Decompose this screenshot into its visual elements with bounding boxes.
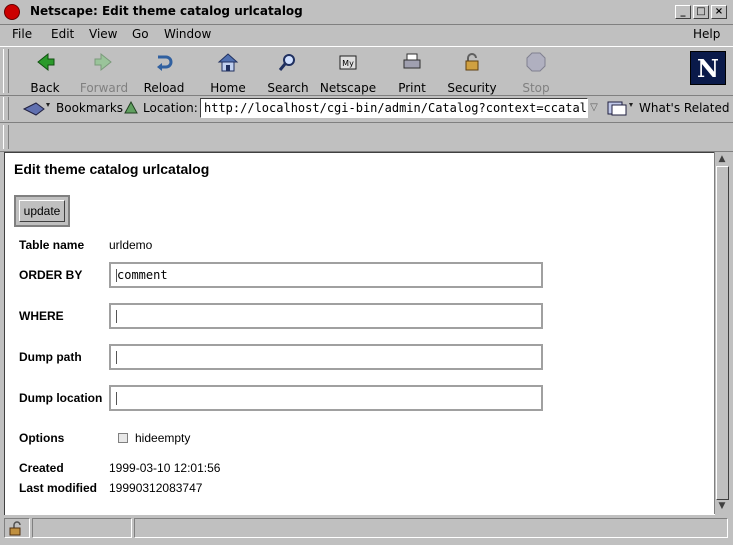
status-bar [0,515,733,545]
dump-location-input[interactable] [109,385,543,411]
back-arrow-icon [34,51,56,73]
reload-button[interactable]: Reload [134,51,194,95]
title-bar: Netscape: Edit theme catalog urlcatalog … [0,0,733,25]
dump-location-label: Dump location [19,391,103,405]
last-modified-label: Last modified [19,481,98,495]
dump-path-input[interactable] [109,344,543,370]
stop-icon [525,51,547,73]
forward-arrow-icon [93,51,115,73]
locationbar-grip[interactable] [3,97,9,120]
menu-go[interactable]: Go [132,27,149,41]
search-icon [277,51,299,73]
scroll-thumb[interactable] [716,166,729,500]
location-bar: Bookmarks Location: http://localhost/cgi… [0,95,733,123]
menu-bar: File Edit View Go Window Help [0,25,733,45]
redhat-logo-icon[interactable] [4,4,20,20]
forward-button[interactable]: Forward [74,51,134,95]
table-name-label: Table name [19,238,85,252]
netscape-logo-icon[interactable]: N [690,51,726,85]
url-input[interactable]: http://localhost/cgi-bin/admin/Catalog?c… [200,98,588,118]
dump-path-label: Dump path [19,350,82,364]
menu-file[interactable]: File [12,27,32,41]
whats-related-icon[interactable] [606,99,636,117]
scroll-up-icon[interactable]: ▲ [716,153,728,165]
stop-button[interactable]: Stop [506,51,566,95]
svg-text:My: My [342,59,354,68]
personal-toolbar [0,123,733,152]
lock-icon [461,51,483,73]
print-icon [401,51,423,73]
order-by-value: comment [117,268,168,282]
unlocked-padlock-icon [9,521,21,536]
security-button[interactable]: Security [442,51,502,95]
where-label: WHERE [19,309,64,323]
netscape-button[interactable]: My Netscape [318,51,378,95]
status-message [134,518,728,538]
location-label: Location: [143,101,198,115]
created-label: Created [19,461,64,475]
progress-bar [32,518,132,538]
order-by-label: ORDER BY [19,268,83,282]
table-name-value: urldemo [109,238,153,252]
home-icon [217,51,239,73]
window-title: Netscape: Edit theme catalog urlcatalog [30,4,303,18]
url-dropdown-icon[interactable]: ▽ [588,99,600,117]
menu-edit[interactable]: Edit [51,27,74,41]
netscape-icon: My [337,51,359,73]
scroll-down-icon[interactable]: ▼ [716,500,728,512]
personal-toolbar-grip[interactable] [3,125,9,149]
options-label: Options [19,431,65,445]
where-input[interactable] [109,303,543,329]
order-by-input[interactable]: comment [109,262,543,288]
page-content: Edit theme catalog urlcatalog update Tab… [4,152,715,515]
menu-help[interactable]: Help [693,27,720,41]
navigation-toolbar: Back Forward Reload Home Search My Netsc… [0,46,733,96]
menu-window[interactable]: Window [164,27,211,41]
close-button[interactable]: × [711,5,727,19]
minimize-button[interactable]: _ [675,5,691,19]
update-button[interactable]: update [14,195,70,227]
vertical-scrollbar[interactable]: ▲ ▼ [714,152,729,514]
home-button[interactable]: Home [198,51,258,95]
update-button-label: update [19,200,65,222]
bookmarks-icon[interactable] [22,99,52,117]
toolbar-grip[interactable] [3,49,9,93]
location-icon[interactable] [122,99,140,117]
hideempty-checkbox[interactable] [118,433,128,443]
bookmarks-label[interactable]: Bookmarks [56,101,123,115]
reload-icon [153,51,175,73]
print-button[interactable]: Print [382,51,442,95]
menu-view[interactable]: View [89,27,117,41]
maximize-button[interactable]: □ [693,5,709,19]
created-value: 1999-03-10 12:01:56 [109,461,221,475]
back-button[interactable]: Back [15,51,75,95]
whats-related-label[interactable]: What's Related [639,101,729,115]
hideempty-label[interactable]: hideempty [135,431,190,445]
security-status[interactable] [4,518,30,538]
page-title: Edit theme catalog urlcatalog [14,161,210,177]
search-button[interactable]: Search [258,51,318,95]
last-modified-value: 19990312083747 [109,481,203,495]
